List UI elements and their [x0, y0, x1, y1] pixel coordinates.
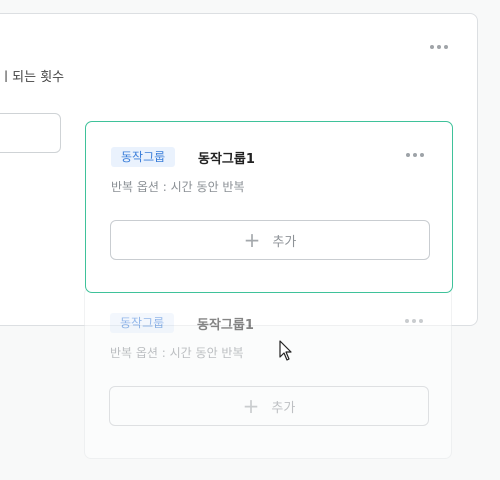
outer-more-button[interactable] — [430, 42, 448, 52]
more-dot-icon — [444, 45, 448, 49]
repeat-count-input[interactable] — [0, 113, 61, 153]
action-group-drag-preview: 동작그룹 동작그룹1 반복 옵션 : 시간 동안 반복 + 추가 — [84, 287, 452, 459]
action-group-title: 동작그룹1 — [198, 152, 255, 167]
repeat-option-text: 반복 옵션 : 시간 동안 반복 — [111, 180, 245, 194]
more-dot-icon — [430, 45, 434, 49]
repeat-count-label-text: 되는 횟수 — [12, 70, 65, 85]
more-dot-icon — [437, 45, 441, 49]
add-action-button: + 추가 — [109, 386, 429, 426]
add-action-button[interactable]: + 추가 — [110, 220, 430, 260]
action-group-card[interactable]: 동작그룹 동작그룹1 반복 옵션 : 시간 동안 반복 + 추가 — [85, 121, 453, 293]
action-group-tag: 동작그룹 — [111, 147, 176, 167]
add-action-label: 추가 — [272, 234, 297, 250]
action-group-title: 동작그룹1 — [197, 318, 254, 333]
add-action-label: 추가 — [271, 400, 296, 416]
more-horizontal-icon[interactable] — [406, 153, 424, 157]
more-horizontal-icon — [405, 319, 423, 323]
repeat-option-text: 반복 옵션 : 시간 동안 반복 — [110, 346, 244, 360]
clipped-text-fragment: ㅣ — [0, 70, 8, 85]
action-group-tag: 동작그룹 — [110, 313, 175, 333]
repeat-count-label: ㅣ 되는 횟수 — [0, 66, 64, 85]
plus-icon: + — [242, 394, 260, 418]
mouse-pointer-icon — [279, 340, 292, 361]
plus-icon: + — [243, 228, 261, 252]
